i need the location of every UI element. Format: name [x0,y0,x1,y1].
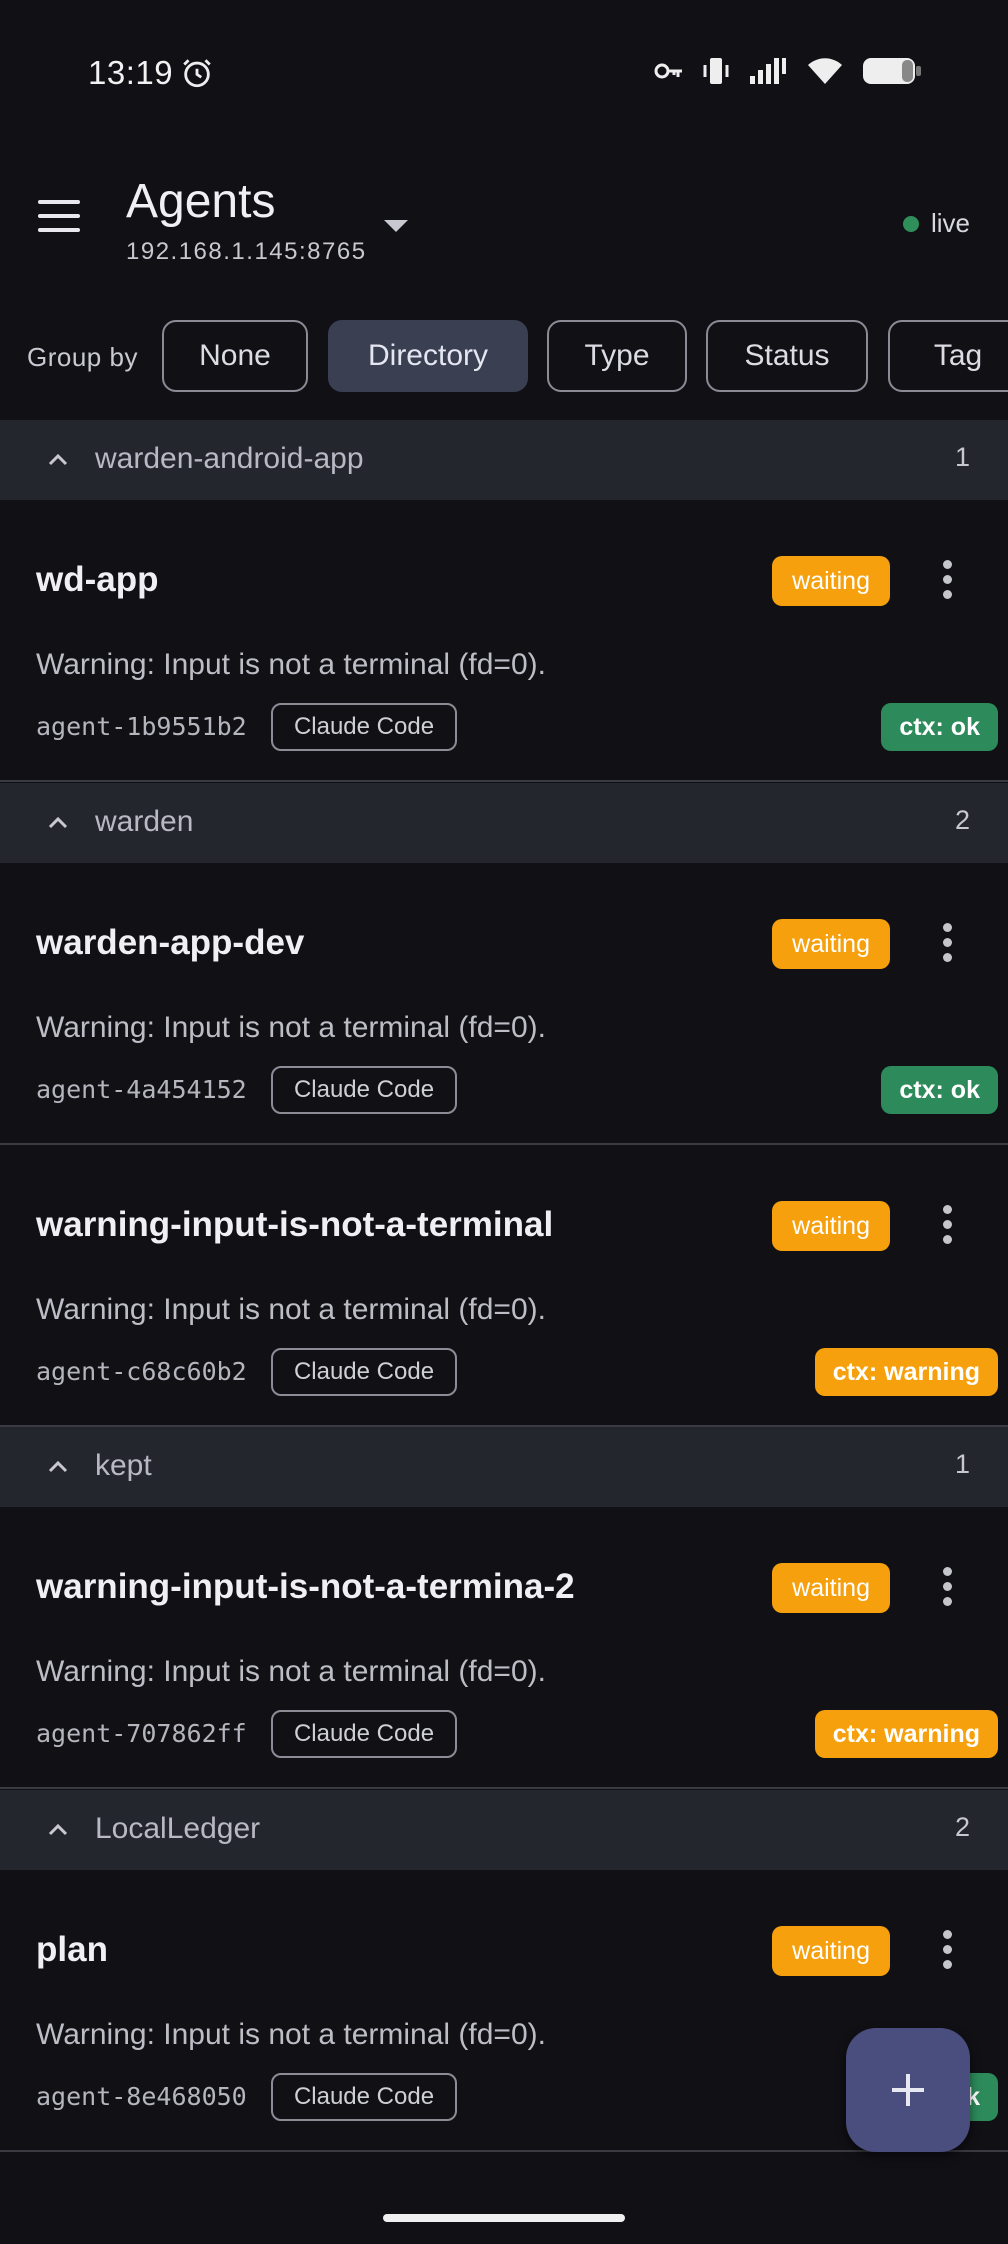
vibrate-icon [703,58,729,84]
signal-icon [750,58,786,84]
status-badge: waiting [772,1201,890,1251]
status-badge: waiting [772,919,890,969]
chevron-up-icon [48,453,68,466]
plus-icon [892,2074,924,2106]
key-icon [654,63,682,79]
agent-message: Warning: Input is not a terminal (fd=0). [36,1655,546,1688]
agent-id: agent-1b9551b2 [36,712,247,741]
group-name: warden [95,805,194,838]
ctx-badge: ctx: warning [814,1710,998,1758]
live-indicator: live [902,208,970,239]
group-by-bar: Group by None Directory Type Status Tag [0,320,1008,392]
agent-id: agent-4a454152 [36,1075,247,1104]
chip-type[interactable]: Type [547,320,687,392]
chip-directory[interactable]: Directory [328,320,528,392]
chip-none[interactable]: None [162,320,308,392]
agent-message: Warning: Input is not a terminal (fd=0). [36,648,546,681]
live-label: live [930,208,970,238]
group-count: 2 [954,1812,970,1842]
group-count: 2 [954,805,970,835]
more-options-icon[interactable] [940,919,954,969]
agent-id: agent-8e468050 [36,2082,247,2111]
more-options-icon[interactable] [940,556,954,606]
status-badge: waiting [772,556,890,606]
group-by-label: Group by [27,342,138,372]
agent-card[interactable]: warden-app-dev waiting Warning: Input is… [0,863,1008,1145]
group-name: kept [95,1449,152,1482]
agent-card[interactable]: warning-input-is-not-a-terminal waiting … [0,1145,1008,1427]
home-indicator[interactable] [383,2214,625,2222]
more-options-icon[interactable] [940,1926,954,1976]
agent-card[interactable]: warning-input-is-not-a-termina-2 waiting… [0,1507,1008,1789]
group-name: warden-android-app [95,442,364,475]
wifi-icon [808,58,842,84]
chevron-up-icon [48,1460,68,1473]
app-bar: Agents 192.168.1.145:8765 live [0,150,1008,310]
chevron-up-icon [48,1823,68,1836]
agent-card[interactable]: wd-app waiting Warning: Input is not a t… [0,500,1008,782]
agent-message: Warning: Input is not a terminal (fd=0). [36,1293,546,1326]
ctx-badge: ctx: ok [881,1066,998,1114]
group-header-localledger[interactable]: LocalLedger 2 [0,1790,1008,1870]
status-badge: waiting [772,1926,890,1976]
status-icons [654,56,922,86]
chevron-up-icon [48,816,68,829]
status-badge: waiting [772,1563,890,1613]
group-header-warden-android-app[interactable]: warden-android-app 1 [0,420,1008,500]
menu-icon[interactable] [38,200,88,240]
agent-type-tag: Claude Code [271,1066,457,1114]
group-header-warden[interactable]: warden 2 [0,783,1008,863]
agent-name: warning-input-is-not-a-terminal [36,1205,554,1244]
agent-type-tag: Claude Code [271,2073,457,2121]
agent-type-tag: Claude Code [271,1710,457,1758]
chip-status[interactable]: Status [706,320,868,392]
agent-name: wd-app [36,560,159,599]
agent-id: agent-c68c60b2 [36,1357,247,1386]
agent-id: agent-707862ff [36,1719,247,1748]
agent-name: plan [36,1930,108,1969]
agent-name: warning-input-is-not-a-termina-2 [36,1567,575,1606]
server-address: 192.168.1.145:8765 [126,238,367,265]
chip-tag[interactable]: Tag [888,320,1008,392]
more-options-icon[interactable] [940,1563,954,1613]
group-name: LocalLedger [95,1812,261,1845]
add-agent-button[interactable] [846,2028,970,2152]
battery-icon [863,58,921,84]
group-count: 1 [954,442,970,472]
alarm-icon [183,59,211,88]
ctx-badge: ctx: ok [881,703,998,751]
more-options-icon[interactable] [940,1201,954,1251]
agent-message: Warning: Input is not a terminal (fd=0). [36,2018,546,2051]
agent-message: Warning: Input is not a terminal (fd=0). [36,1011,546,1044]
agent-name: warden-app-dev [36,923,305,962]
group-header-kept[interactable]: kept 1 [0,1427,1008,1507]
live-dot-icon [902,215,919,232]
dropdown-arrow-icon[interactable] [380,216,412,236]
status-bar: 13:19 [0,0,1008,150]
ctx-badge: ctx: warning [814,1348,998,1396]
agent-type-tag: Claude Code [271,703,457,751]
page-title: Agents [126,175,276,228]
status-time: 13:19 [88,54,174,91]
agent-type-tag: Claude Code [271,1348,457,1396]
group-count: 1 [954,1449,970,1479]
